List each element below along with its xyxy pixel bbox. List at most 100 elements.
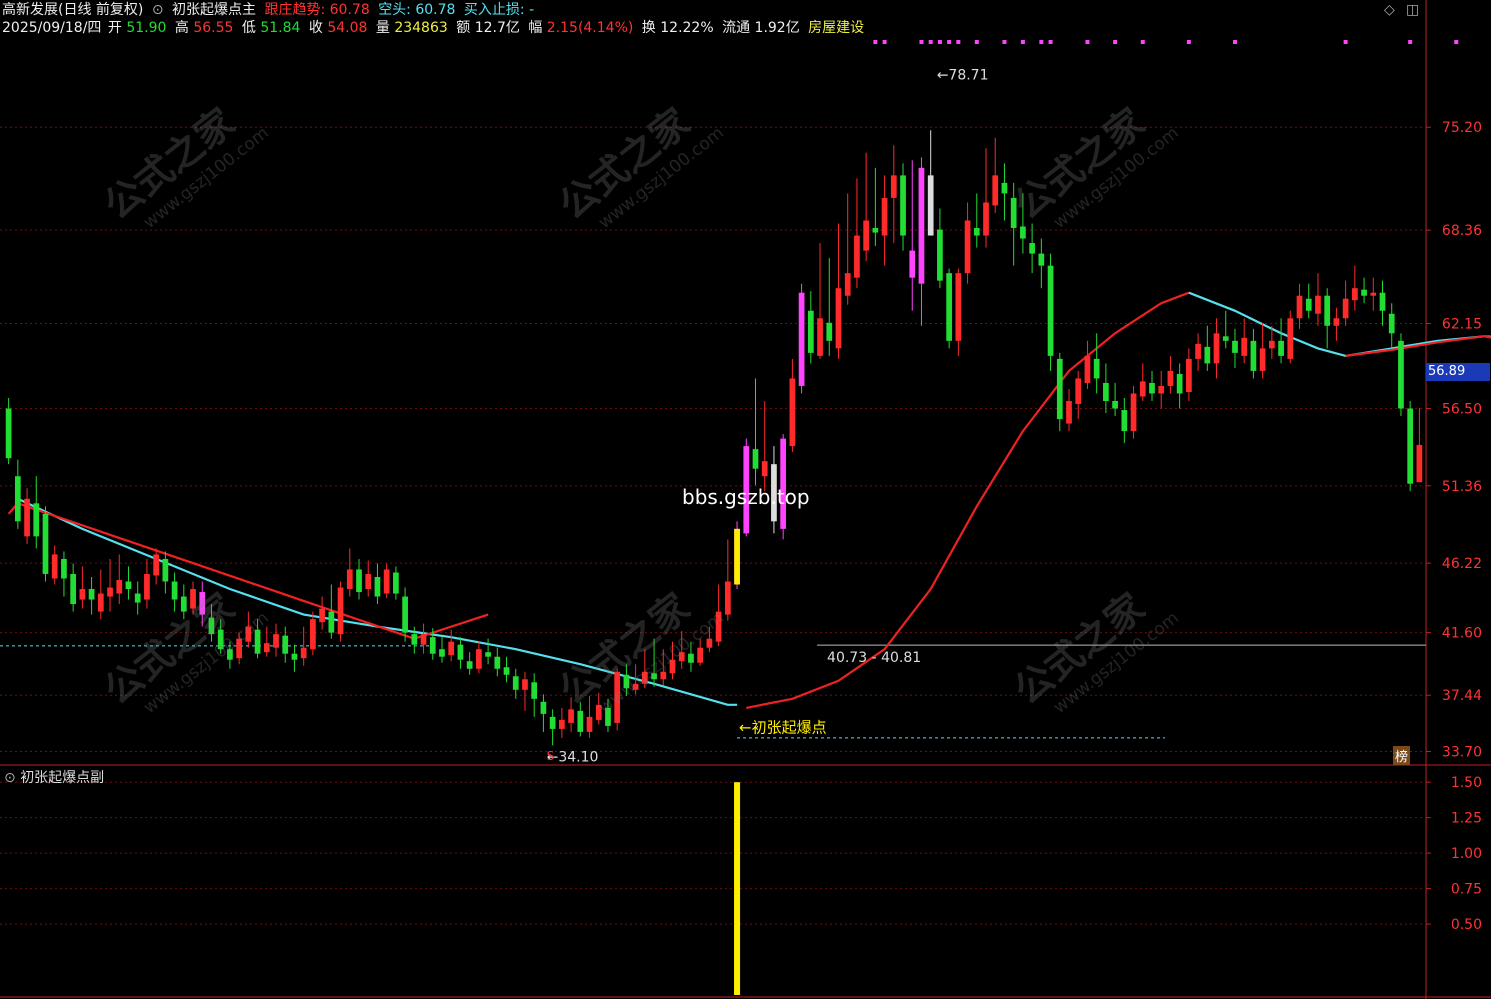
candle-body — [383, 569, 390, 594]
candle-body — [983, 202, 989, 236]
candle-body — [97, 593, 104, 612]
turnover-label: 换 — [641, 20, 656, 36]
candle-body — [1259, 348, 1266, 371]
amount-value: 12.7亿 — [474, 20, 520, 36]
candle-body — [485, 652, 491, 657]
signal-dot — [928, 40, 933, 44]
y-tick-label: 62.15 — [1442, 317, 1482, 333]
signal-candle — [734, 528, 740, 585]
signal-dot — [956, 40, 961, 44]
candle-body — [1222, 336, 1229, 341]
candle-body — [319, 608, 325, 623]
candle-body — [605, 707, 611, 726]
bang-tag[interactable]: 榜 — [1393, 746, 1411, 765]
signal-dot — [947, 40, 952, 44]
signal-dot — [1113, 40, 1118, 44]
header-row-1: 高新发展(日线 前复权) ⊙ 初张起爆点主 跟庄趋势: 60.78 空头: 60… — [2, 1, 538, 19]
date: 2025/09/18/四 — [2, 20, 102, 36]
candle-body — [116, 579, 123, 594]
y-tick-label: 33.70 — [1442, 744, 1482, 760]
header-row-2: 2025/09/18/四 开 51.90 高 56.55 低 51.84 收 5… — [2, 19, 868, 37]
candle-body — [1370, 292, 1377, 296]
low-value: 51.84 — [260, 20, 301, 36]
candle-body — [1324, 295, 1331, 326]
candle-body — [254, 629, 261, 654]
candle-body — [955, 273, 962, 341]
y-tick-label: 56.50 — [1442, 402, 1482, 418]
candle-body — [411, 634, 418, 645]
candle-body — [79, 589, 86, 600]
signal-dot — [1408, 40, 1413, 44]
window-icon[interactable]: ◫ — [1406, 2, 1419, 18]
candle-body — [1010, 197, 1017, 229]
candle-body — [531, 682, 538, 699]
sub-indicator-icon: ⊙ — [4, 770, 16, 786]
candle-body — [835, 288, 842, 349]
candle-body — [678, 652, 685, 662]
candle-body — [402, 596, 408, 633]
stock-name[interactable]: 高新发展(日线 前复权) — [2, 2, 143, 18]
candle-body — [761, 461, 768, 477]
candle-body — [300, 647, 307, 659]
signal-dot — [1085, 40, 1090, 44]
candle-body — [697, 647, 704, 663]
candle-body — [1361, 289, 1367, 296]
low-label: 低 — [241, 20, 256, 36]
candle-body — [900, 175, 906, 236]
candle-body — [1186, 358, 1192, 392]
candle-body — [706, 638, 713, 648]
sub-y-tick-label: 1.00 — [1451, 846, 1482, 862]
diamond-icon[interactable]: ◇ — [1384, 2, 1395, 18]
candle-body — [660, 671, 667, 680]
candle-body — [1398, 340, 1404, 409]
sector[interactable]: 房屋建设 — [808, 20, 864, 36]
candle-body — [1066, 401, 1072, 424]
candle-body — [125, 581, 132, 590]
candle-body — [623, 674, 630, 689]
candle-body — [346, 569, 353, 590]
candle-body — [614, 671, 621, 723]
candle-body — [291, 653, 298, 660]
candle-body — [1020, 226, 1026, 239]
signal-dot — [1454, 40, 1459, 44]
sub-y-tick-label: 0.50 — [1451, 917, 1482, 933]
candle-body — [134, 593, 141, 603]
candle-body — [1195, 343, 1201, 359]
candle-body — [70, 573, 77, 605]
candle-body — [476, 649, 482, 669]
candle-body — [1315, 295, 1321, 314]
candle-body — [263, 643, 270, 653]
candle-body — [1278, 340, 1284, 356]
candle-body — [641, 671, 648, 684]
indicator-main[interactable]: 初张起爆点主 — [172, 2, 256, 18]
candle-body — [374, 576, 381, 597]
indicator-icon[interactable]: ⊙ — [152, 2, 164, 18]
candle-body — [1296, 295, 1303, 319]
float-value: 1.92亿 — [754, 20, 800, 36]
candle-body — [494, 656, 501, 669]
candle-body — [918, 167, 925, 284]
candle-body — [1038, 253, 1045, 266]
vol-value: 234863 — [394, 20, 448, 36]
candle-body — [568, 709, 574, 723]
float-label: 流通 — [722, 20, 751, 36]
stop-label: 买入止损: — [463, 2, 525, 18]
turnover-value: 12.22% — [660, 20, 714, 36]
trend-label: 跟庄趋势: — [264, 2, 326, 18]
candle-body — [144, 573, 150, 600]
candle-body — [844, 273, 851, 296]
candle-body — [946, 273, 952, 341]
y-tick-label: 75.20 — [1442, 120, 1482, 136]
sub-panel-title[interactable]: ⊙ 初张起爆点副 — [4, 767, 104, 787]
candle-body — [872, 228, 879, 233]
short-label: 空头: — [378, 2, 411, 18]
signal-dot — [937, 40, 942, 44]
candle-body — [33, 503, 40, 537]
candle-body — [1407, 408, 1414, 484]
high-label: 高 — [174, 20, 189, 36]
candle-body — [88, 589, 95, 600]
trend-value: 60.78 — [329, 2, 370, 18]
candle-body — [162, 558, 169, 582]
candle-body — [688, 653, 694, 663]
signal-label: ←初张起爆点 — [739, 718, 827, 736]
